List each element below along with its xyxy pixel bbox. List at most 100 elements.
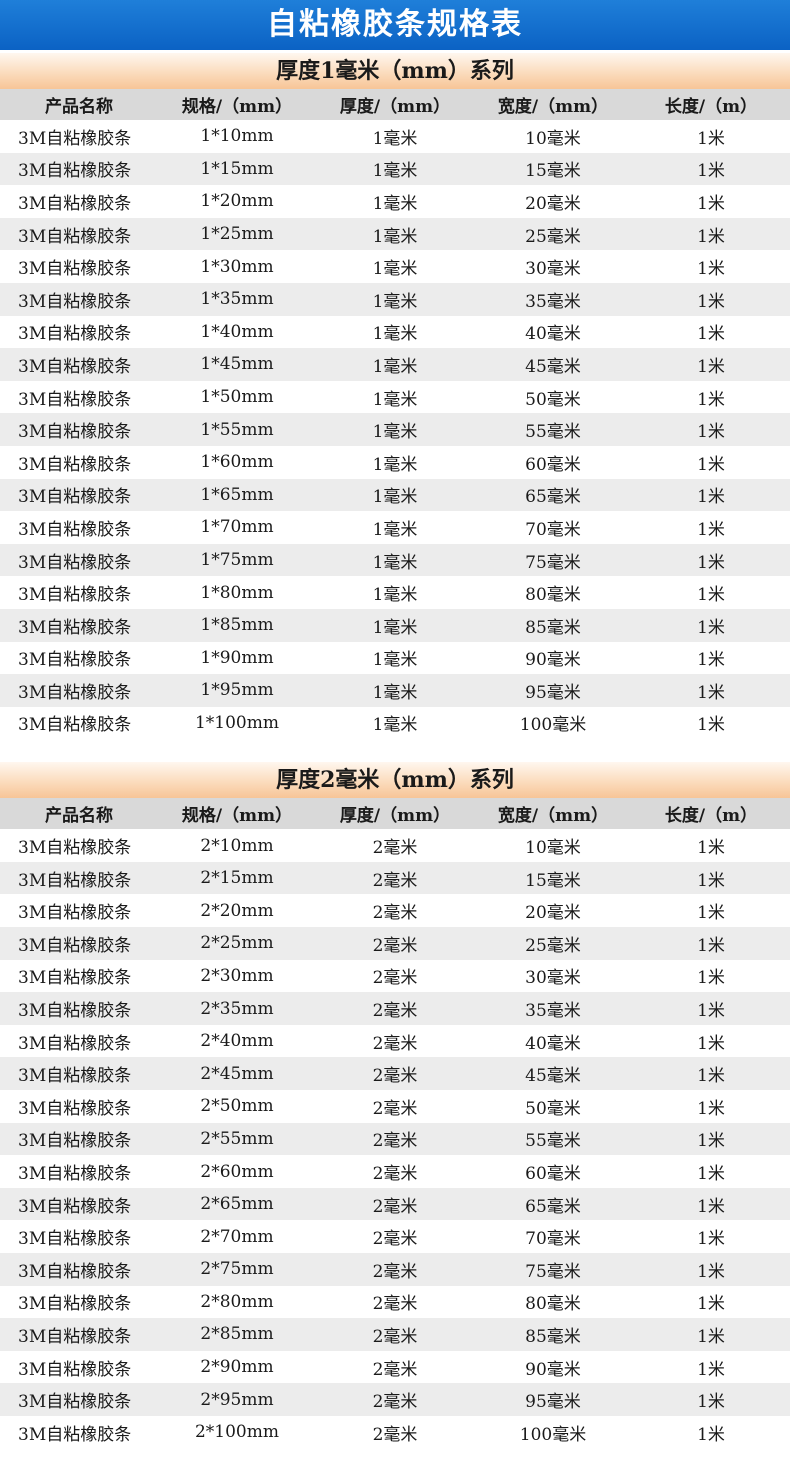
table-cell: 35毫米: [525, 291, 581, 312]
table-cell: 1米: [697, 903, 725, 924]
table-cell: 80毫米: [525, 585, 581, 606]
table-cell: 1*20mm: [200, 191, 274, 212]
table-cell: 100毫米: [519, 715, 587, 736]
table-cell: 1米: [697, 1196, 725, 1217]
table-cell: 3M自粘橡胶条: [18, 1359, 132, 1380]
table-cell: 90毫米: [525, 650, 581, 671]
table-cell: 70毫米: [525, 519, 581, 540]
table-cell: 3M自粘橡胶条: [18, 968, 132, 989]
table-cell: 2*25mm: [200, 933, 274, 954]
table-cell: 1米: [697, 1392, 725, 1413]
table-row: 3M自粘橡胶条 1*35mm 1毫米 35毫米 1米: [0, 282, 790, 316]
table-cell: 1米: [697, 324, 725, 345]
section-header: 厚度1毫米（mm）系列: [0, 53, 790, 89]
table-cell: 1*45mm: [200, 354, 274, 375]
table-cell: 1米: [697, 585, 725, 606]
table-cell: 1毫米: [372, 128, 418, 149]
table-cell: 1米: [697, 1359, 725, 1380]
table-cell: 2毫米: [372, 935, 418, 956]
table-row: 3M自粘橡胶条 1*45mm 1毫米 45毫米 1米: [0, 348, 790, 381]
table-cell: 2*75mm: [200, 1259, 274, 1280]
table-cell: 1*10mm: [200, 126, 274, 147]
table-row: 3M自粘橡胶条 1*85mm 1毫米 85毫米 1米: [0, 608, 790, 642]
table-cell: 1*55mm: [200, 419, 274, 440]
table-cell: 1毫米: [372, 226, 418, 247]
table-cell: 1*40mm: [200, 321, 274, 342]
table-row: 3M自粘橡胶条 1*25mm 1毫米 25毫米 1米: [0, 217, 790, 251]
table-cell: 1米: [697, 389, 725, 410]
table-cell: 3M自粘橡胶条: [18, 650, 132, 671]
table-row: 3M自粘橡胶条 1*75mm 1毫米 75毫米 1米: [0, 543, 790, 577]
table-cell: 1米: [697, 617, 725, 638]
table-cell: 1*15mm: [200, 158, 274, 179]
table-row: 3M自粘橡胶条 2*65mm 2毫米 65毫米 1米: [0, 1187, 790, 1221]
table-cell: 3M自粘橡胶条: [18, 1261, 132, 1282]
table-cell: 1*100mm: [194, 712, 279, 733]
table-cell: 1米: [697, 1001, 725, 1022]
table-cell: 3M自粘橡胶条: [18, 161, 132, 182]
table-cell: 95毫米: [525, 1392, 581, 1413]
table-cell: 65毫米: [525, 487, 581, 508]
table-cell: 3M自粘橡胶条: [18, 552, 132, 573]
table-cell: 2毫米: [372, 1294, 418, 1315]
table-cell: 2*100mm: [194, 1422, 279, 1443]
table-cell: 1*65mm: [200, 484, 274, 505]
table-cell: 1米: [697, 968, 725, 989]
table-cell: 3M自粘橡胶条: [18, 1196, 132, 1217]
column-header: 长度/（m）: [664, 806, 758, 827]
table-cell: 1*75mm: [200, 550, 274, 571]
spec-section: 厚度1毫米（mm）系列 产品名称 规格/（mm） 厚度/（mm） 宽度/（mm） 长度/（…: [0, 53, 790, 740]
table-cell: 50毫米: [525, 389, 581, 410]
table-cell: 3M自粘橡胶条: [18, 324, 132, 345]
table-cell: 2毫米: [372, 1392, 418, 1413]
table-cell: 1米: [697, 935, 725, 956]
table-row: 3M自粘橡胶条 2*80mm 2毫米 80毫米 1米: [0, 1285, 790, 1319]
table-cell: 2毫米: [372, 903, 418, 924]
table-cell: 3M自粘橡胶条: [18, 1326, 132, 1347]
table-cell: 55毫米: [525, 1131, 581, 1152]
table-row: 3M自粘橡胶条 2*35mm 2毫米 35毫米 1米: [0, 992, 790, 1025]
table-row: 3M自粘橡胶条 1*65mm 1毫米 65毫米 1米: [0, 478, 790, 512]
column-header: 产品名称: [45, 806, 113, 827]
table-cell: 1*80mm: [200, 582, 274, 603]
table-cell: 3M自粘橡胶条: [18, 1424, 132, 1445]
table-cell: 1米: [697, 552, 725, 573]
table-cell: 1毫米: [372, 454, 418, 475]
spec-section: 厚度2毫米（mm）系列 产品名称 规格/（mm） 厚度/（mm） 宽度/（mm） 长度/（…: [0, 762, 790, 1449]
table-cell: 3M自粘橡胶条: [18, 935, 132, 956]
table-cell: 30毫米: [525, 968, 581, 989]
table-row: 3M自粘橡胶条 2*45mm 2毫米 45毫米 1米: [0, 1057, 790, 1091]
table-cell: 1米: [697, 1326, 725, 1347]
table-row: 3M自粘橡胶条 1*20mm 1毫米 20毫米 1米: [0, 185, 790, 218]
table-cell: 1米: [697, 715, 725, 736]
table-cell: 1米: [697, 1229, 725, 1250]
table-cell: 1米: [697, 128, 725, 149]
table-cell: 1毫米: [372, 324, 418, 345]
table-cell: 2*15mm: [200, 868, 274, 889]
table-cell: 95毫米: [525, 682, 581, 703]
table-cell: 1毫米: [372, 259, 418, 280]
table-cell: 1*95mm: [200, 680, 274, 701]
column-header: 长度/（m）: [664, 97, 758, 117]
column-header: 产品名称: [45, 97, 113, 117]
table-cell: 3M自粘橡胶条: [18, 1131, 132, 1152]
table-row: 3M自粘橡胶条 1*80mm 1毫米 80毫米 1米: [0, 576, 790, 609]
table-cell: 3M自粘橡胶条: [18, 193, 132, 214]
table-cell: 1*85mm: [200, 615, 274, 636]
table-row: 3M自粘橡胶条 1*10mm 1毫米 10毫米 1米: [0, 120, 790, 153]
table-cell: 3M自粘橡胶条: [18, 487, 132, 508]
table-cell: 25毫米: [525, 226, 581, 247]
table-cell: 3M自粘橡胶条: [18, 128, 132, 149]
table-cell: 1毫米: [372, 585, 418, 606]
table-cell: 1毫米: [372, 519, 418, 540]
table-cell: 2毫米: [372, 1098, 418, 1119]
table-cell: 90毫米: [525, 1359, 581, 1380]
table-cell: 2毫米: [372, 1424, 418, 1445]
table-cell: 3M自粘橡胶条: [18, 682, 132, 703]
table-cell: 40毫米: [525, 1033, 581, 1054]
table-cell: 2*55mm: [200, 1128, 274, 1149]
table-cell: 1毫米: [372, 617, 418, 638]
table-cell: 1*60mm: [200, 452, 274, 473]
table-header-row: 产品名称 规格/（mm） 厚度/（mm） 宽度/（mm） 长度/（m）: [0, 89, 790, 120]
table-cell: 2*35mm: [200, 998, 274, 1019]
